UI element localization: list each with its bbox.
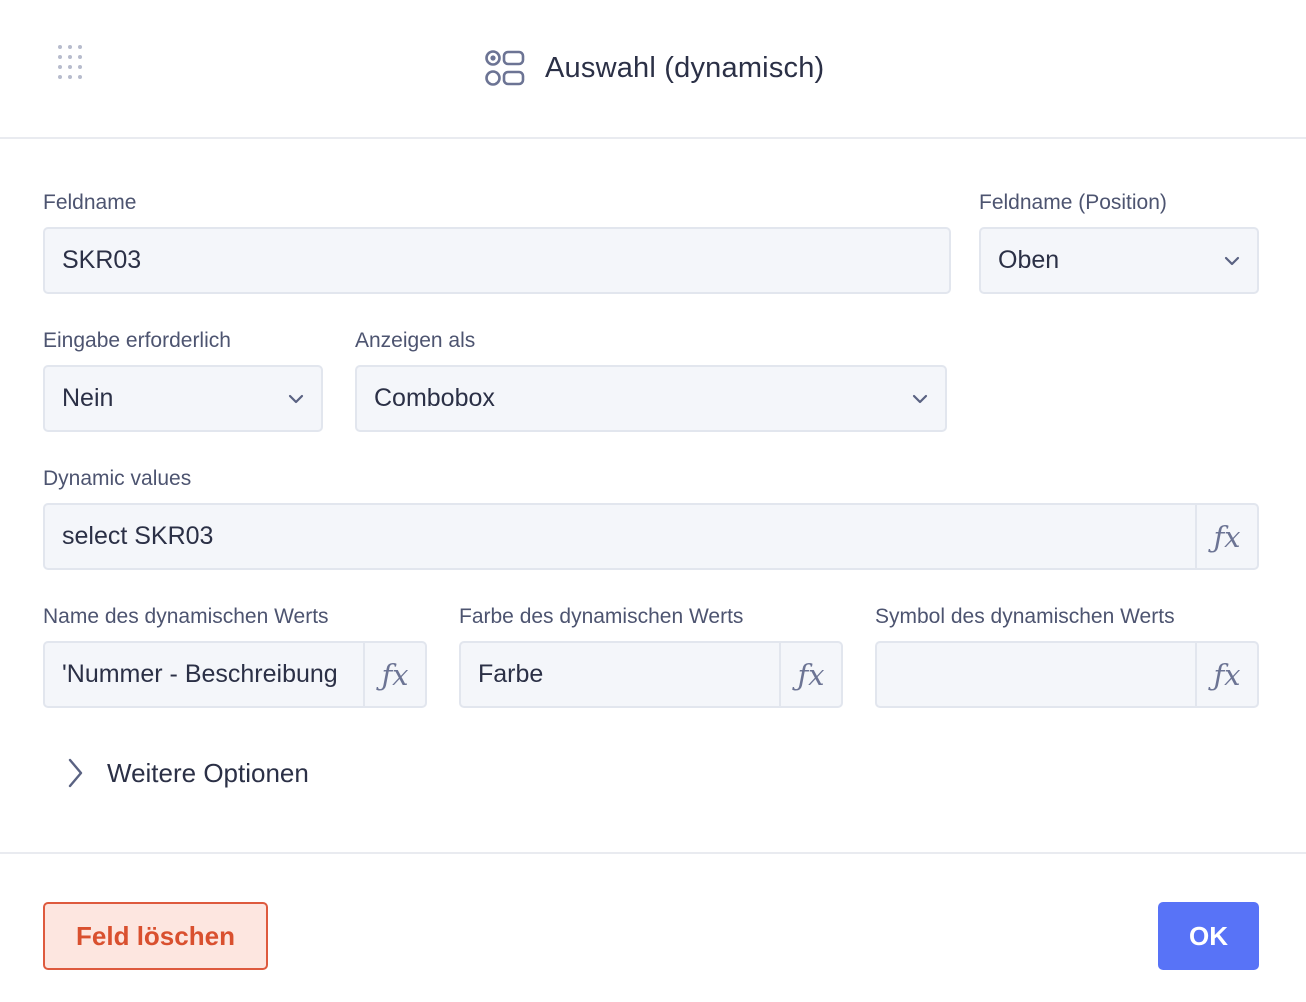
- fieldname-input[interactable]: SKR03: [43, 227, 951, 294]
- chevron-down-icon: [912, 394, 928, 404]
- fieldname-position-value: Oben: [998, 246, 1060, 274]
- ok-button[interactable]: OK: [1158, 902, 1259, 970]
- formula-icon: ƒx: [381, 657, 409, 692]
- value-name-input[interactable]: 'Nummer - Beschreibung ƒx: [43, 641, 427, 708]
- fieldname-label: Feldname: [43, 191, 137, 214]
- value-symbol-value: [894, 643, 1195, 706]
- dialog-header: Auswahl (dynamisch): [0, 0, 1306, 139]
- value-symbol-formula-button[interactable]: ƒx: [1195, 643, 1257, 706]
- value-color-label: Farbe des dynamischen Werts: [459, 605, 744, 628]
- display-as-value: Combobox: [374, 384, 495, 412]
- chevron-down-icon: [288, 394, 304, 404]
- more-options-toggle[interactable]: Weitere Optionen: [64, 752, 309, 794]
- dialog-title: Auswahl (dynamisch): [545, 51, 825, 84]
- required-select[interactable]: Nein: [43, 365, 323, 432]
- footer-divider: [0, 852, 1306, 854]
- value-name-label: Name des dynamischen Werts: [43, 605, 329, 628]
- dynamic-values-input[interactable]: select SKR03 ƒx: [43, 503, 1259, 570]
- dynamic-select-icon: [485, 50, 525, 86]
- chevron-down-icon: [1224, 256, 1240, 266]
- value-color-formula-button[interactable]: ƒx: [779, 643, 841, 706]
- more-options-label: Weitere Optionen: [107, 757, 309, 788]
- display-as-select[interactable]: Combobox: [355, 365, 947, 432]
- dynamic-values-label: Dynamic values: [43, 467, 192, 490]
- fieldname-position-select[interactable]: Oben: [979, 227, 1259, 294]
- value-color-value: Farbe: [478, 660, 544, 688]
- fieldname-position-label: Feldname (Position): [979, 191, 1167, 214]
- required-label: Eingabe erforderlich: [43, 329, 231, 352]
- dynamic-values-value: select SKR03: [62, 522, 214, 550]
- display-as-label: Anzeigen als: [355, 329, 476, 352]
- formula-icon: ƒx: [1213, 657, 1241, 692]
- dynamic-values-formula-button[interactable]: ƒx: [1195, 505, 1257, 568]
- chevron-right-icon: [68, 758, 83, 788]
- dialog-title-wrap: Auswahl (dynamisch): [484, 46, 824, 90]
- drag-handle-icon[interactable]: [58, 45, 84, 81]
- formula-icon: ƒx: [797, 657, 825, 692]
- value-symbol-label: Symbol des dynamischen Werts: [875, 605, 1175, 628]
- fieldname-value: SKR03: [62, 246, 142, 274]
- value-symbol-input[interactable]: ƒx: [875, 641, 1259, 708]
- delete-field-button[interactable]: Feld löschen: [43, 902, 268, 970]
- value-name-value: 'Nummer - Beschreibung: [62, 660, 338, 688]
- value-name-formula-button[interactable]: ƒx: [363, 643, 425, 706]
- formula-icon: ƒx: [1213, 519, 1241, 554]
- required-value: Nein: [62, 384, 114, 412]
- value-color-input[interactable]: Farbe ƒx: [459, 641, 843, 708]
